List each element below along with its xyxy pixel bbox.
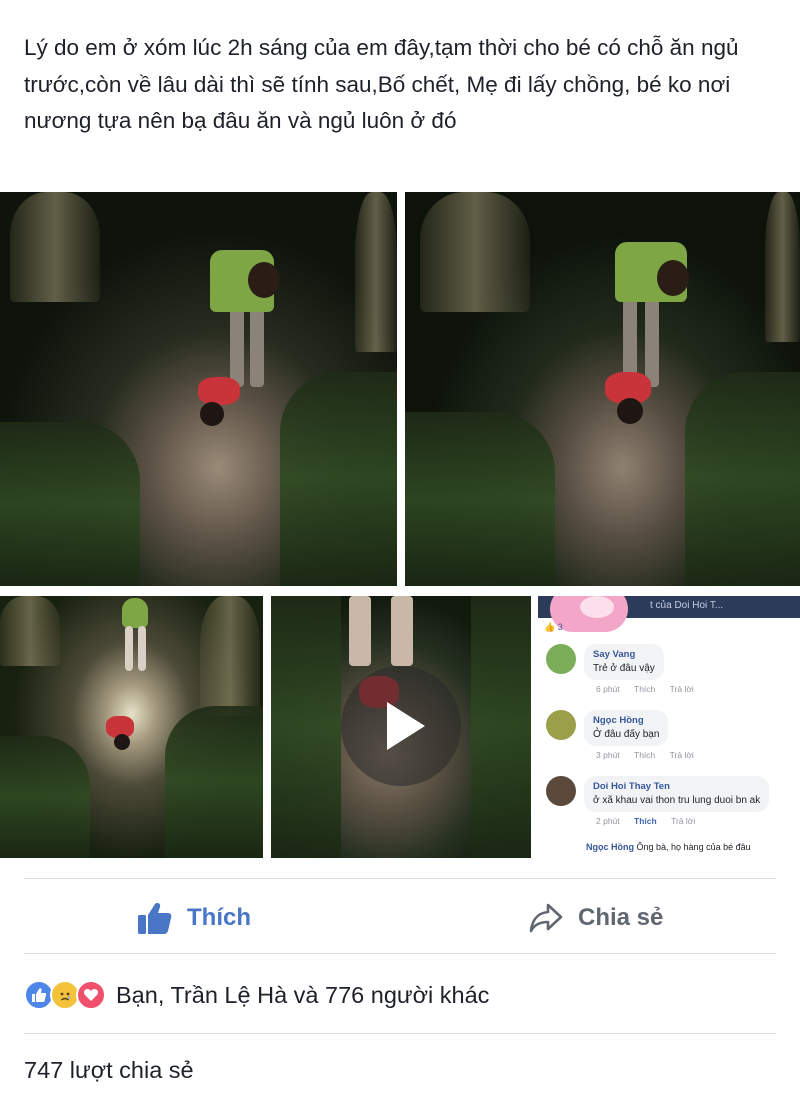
comment-meta: 6 phút Thích Trả lời <box>596 684 694 694</box>
child-shirt <box>198 377 240 405</box>
child-head <box>617 398 643 424</box>
person-head <box>248 262 280 298</box>
grass-area <box>405 412 555 586</box>
reply-text: Ông bà, họ hàng của bé đâu <box>636 842 751 852</box>
grass-area <box>0 736 90 858</box>
share-count[interactable]: 747 lượt chia sẻ <box>24 1057 194 1084</box>
post-photo-1[interactable] <box>0 192 397 586</box>
thumbs-up-icon <box>138 903 172 934</box>
avatar <box>546 710 576 740</box>
comment-bubble: Say Vang Trẻ ở đâu vậy <box>584 644 664 680</box>
person-leg <box>125 626 133 671</box>
comment-author[interactable]: Ngọc Hồng <box>593 714 659 728</box>
grass-area <box>471 596 531 858</box>
person-leg <box>391 596 413 666</box>
comment-text: Trẻ ở đâu vậy <box>593 663 655 674</box>
child-head <box>114 734 130 750</box>
avatar <box>546 776 576 806</box>
screenshot-header-text: t của Doi Hoi T... <box>650 600 724 611</box>
palm-leaves-decor <box>10 192 100 302</box>
like-label: Thích <box>187 904 251 931</box>
love-reaction-icon <box>76 980 106 1010</box>
screenshot-reaction-count: 👍 3 <box>544 622 563 632</box>
play-button-icon[interactable] <box>341 666 461 786</box>
reaction-summary[interactable]: Bạn, Trần Lệ Hà và 776 người khác <box>24 978 489 1012</box>
comments-screenshot[interactable]: t của Doi Hoi T... 👍 3 Say Vang Trẻ ở đâ… <box>538 596 800 858</box>
palm-leaves-decor <box>200 596 260 716</box>
comment-meta: 3 phút Thích Trả lời <box>596 750 694 760</box>
comment-author[interactable]: Say Vang <box>593 648 655 662</box>
person-leg <box>645 287 659 387</box>
palm-trunk-decor <box>765 192 800 342</box>
share-arrow-icon <box>529 903 563 933</box>
comment-bubble: Ngọc Hồng Ở đâu đấy bạn <box>584 710 669 746</box>
post-photo-2[interactable] <box>405 192 800 586</box>
grass-area <box>685 372 800 586</box>
grass-area <box>271 596 341 858</box>
post-text: Lý do em ở xóm lúc 2h sáng của em đây,tạ… <box>24 35 739 133</box>
grass-area <box>0 422 140 586</box>
share-label: Chia sẻ <box>578 904 664 931</box>
like-button[interactable]: Thích <box>137 898 251 938</box>
post-video[interactable] <box>271 596 531 858</box>
post-photo-3[interactable] <box>0 596 263 858</box>
divider <box>24 953 776 954</box>
reply-preview[interactable]: Ngọc Hồng Ông bà, họ hàng của bé đâu <box>586 842 751 852</box>
person-head <box>657 260 689 296</box>
reaction-summary-text: Bạn, Trần Lệ Hà và 776 người khác <box>116 981 490 1008</box>
palm-leaves-decor <box>420 192 530 312</box>
person-leg <box>138 626 146 671</box>
comment-text: ở xã khau vai thon tru lung duoi bn ak <box>593 795 761 806</box>
grass-area <box>280 372 397 586</box>
avatar <box>546 644 576 674</box>
comment-author[interactable]: Doi Hoi Thay Ten <box>593 780 760 794</box>
divider <box>24 878 776 879</box>
comment-meta: 2 phút Thích Trả lời <box>596 816 696 826</box>
palm-leaves-decor <box>0 596 60 666</box>
comment-bubble: Doi Hoi Thay Ten ở xã khau vai thon tru … <box>584 776 770 812</box>
reply-author: Ngọc Hồng <box>586 842 634 852</box>
palm-trunk-decor <box>355 192 397 352</box>
child-head <box>200 402 224 426</box>
person-shirt <box>122 598 148 628</box>
divider <box>24 1033 776 1034</box>
person-leg <box>349 596 371 666</box>
share-button[interactable]: Chia sẻ <box>528 898 663 938</box>
comment-text: Ở đâu đấy bạn <box>593 729 660 740</box>
grass-area <box>165 706 263 858</box>
